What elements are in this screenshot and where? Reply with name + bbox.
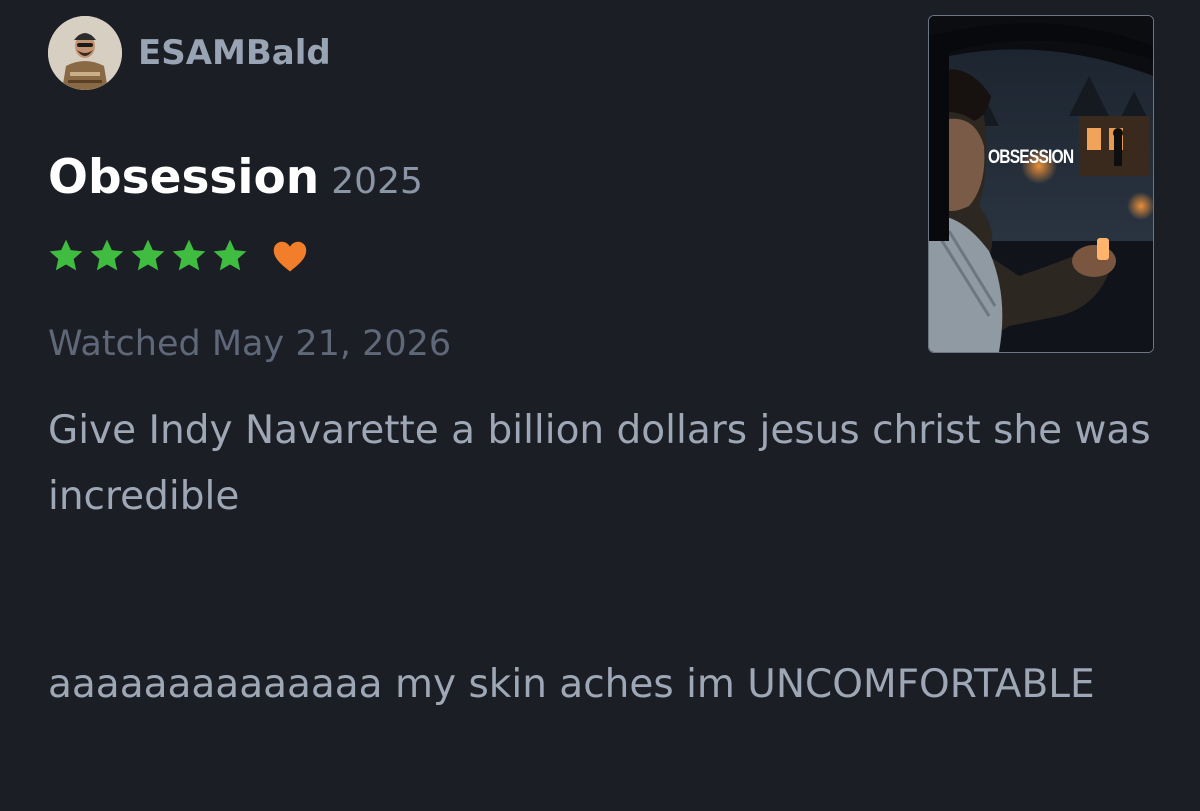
review-paragraph: aaaaaaaaaaaaaa my skin aches im UNCOMFOR… <box>48 662 1095 707</box>
review-header: ESAMBald <box>48 16 331 90</box>
watched-date: Watched May 21, 2026 <box>48 324 452 364</box>
avatar[interactable] <box>48 16 122 90</box>
poster-image <box>929 16 1153 352</box>
review-card: ESAMBald Obsession 2025 Watched May 21, … <box>0 0 1200 811</box>
star-icon <box>49 239 83 271</box>
review-paragraph: Give Indy Navarette a billion dollars je… <box>48 408 1151 519</box>
star-icon <box>172 239 206 271</box>
star-icon <box>90 239 124 271</box>
heart-icon <box>273 241 307 272</box>
film-heading: Obsession 2025 <box>48 150 423 205</box>
film-poster[interactable]: OBSESSION <box>928 15 1154 353</box>
poster-title: OBSESSION <box>988 147 1074 168</box>
film-year-link[interactable]: 2025 <box>331 161 423 202</box>
review-text: Give Indy Navarette a billion dollars je… <box>48 398 1158 718</box>
star-icon <box>213 239 247 271</box>
star-icon <box>131 239 165 271</box>
rating-row <box>46 236 309 276</box>
film-title-link[interactable]: Obsession <box>48 150 319 205</box>
avatar-image <box>48 16 122 90</box>
username-link[interactable]: ESAMBald <box>138 33 331 73</box>
